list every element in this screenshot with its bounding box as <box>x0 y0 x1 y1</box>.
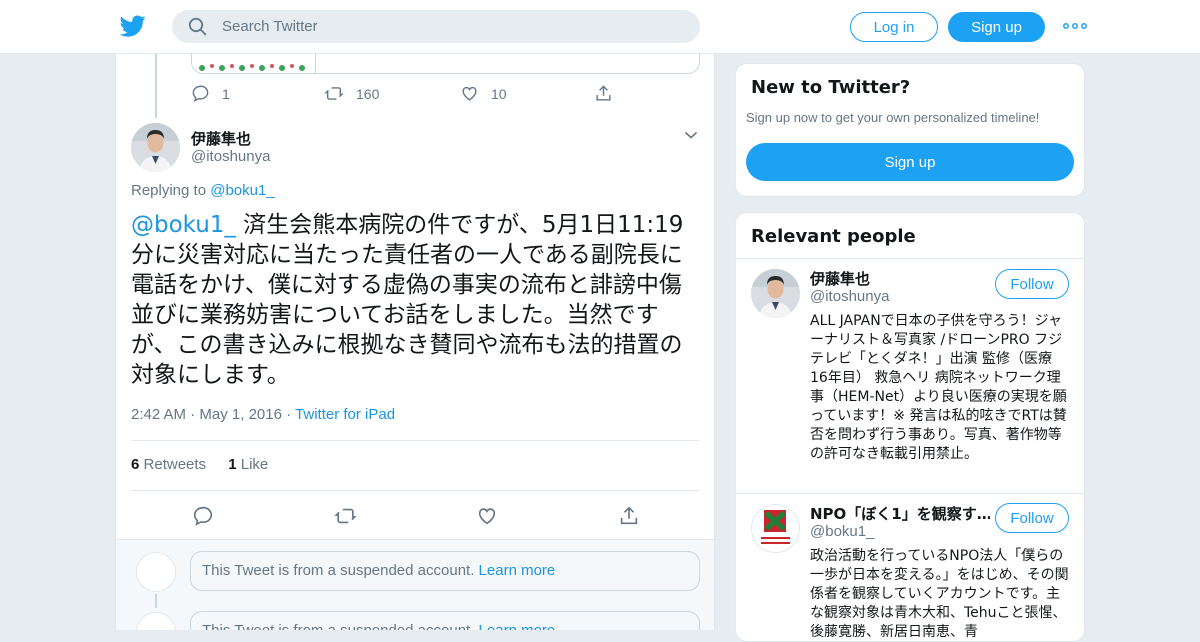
author-name[interactable]: 伊藤隼也 <box>191 128 251 149</box>
divider <box>131 440 699 441</box>
replies-section: This Tweet is from a suspended account. … <box>116 539 714 630</box>
tweet-actions <box>192 505 652 527</box>
tweet-stats: 6 Retweets 1 Like <box>131 456 268 473</box>
reply-action[interactable]: 1 <box>191 84 324 103</box>
share-action[interactable] <box>594 84 625 103</box>
learn-more-link[interactable]: Learn more <box>479 622 556 630</box>
replying-to: Replying to @boku1_ <box>131 182 275 199</box>
likes-count: 1 <box>228 456 237 473</box>
twitter-bird-icon[interactable] <box>120 13 146 39</box>
login-button[interactable]: Log in <box>850 12 938 42</box>
meta-separator: · <box>190 406 196 423</box>
like-action[interactable] <box>476 505 618 527</box>
retweet-icon <box>334 508 357 524</box>
person-bio: ALL JAPANで日本の子供を守ろう！ジャーナリスト＆写真家 /ドローンPRO… <box>810 313 1067 462</box>
reply-action[interactable] <box>192 505 334 527</box>
new-to-twitter-subtitle: Sign up now to get your own personalized… <box>746 110 1040 125</box>
divider <box>131 490 699 491</box>
more-options-icon[interactable] <box>1063 22 1087 30</box>
new-to-twitter-title: New to Twitter? <box>751 77 911 98</box>
search-bar[interactable] <box>172 10 700 43</box>
person-avatar[interactable] <box>751 269 800 318</box>
meta-separator: · <box>286 406 292 423</box>
tweet-time[interactable]: 2:42 AM <box>131 406 186 423</box>
suspended-avatar <box>136 552 176 592</box>
person-name[interactable]: 伊藤隼也 <box>810 268 870 289</box>
mention-link[interactable]: @boku1_ <box>131 212 236 238</box>
reply-count: 1 <box>222 85 230 102</box>
suspended-text: This Tweet is from a suspended account. <box>202 562 475 579</box>
like-action[interactable]: 10 <box>460 84 594 103</box>
person-bio: 政治活動を行っているNPO法人「僕らの一歩が日本を変える。」をはじめ、その関係者… <box>810 548 1069 640</box>
reply-icon <box>193 506 213 526</box>
share-icon <box>620 506 638 525</box>
like-count: 10 <box>491 85 507 102</box>
retweet-icon <box>324 87 344 100</box>
suspended-avatar <box>136 612 176 630</box>
retweet-action[interactable] <box>334 505 476 527</box>
sidebar-signup-button[interactable]: Sign up <box>746 143 1074 181</box>
retweets-stat[interactable]: 6 Retweets <box>131 456 206 473</box>
heart-icon <box>462 86 477 101</box>
suspended-tweet-notice: This Tweet is from a suspended account. … <box>190 611 700 630</box>
follow-button[interactable]: Follow <box>995 269 1069 299</box>
relevant-people-card: Relevant people 伊藤隼也 @itoshunya Follow A… <box>735 212 1085 642</box>
suspended-text: This Tweet is from a suspended account. <box>202 622 474 630</box>
divider <box>736 258 1084 259</box>
quoted-tweet-card[interactable] <box>191 54 700 74</box>
top-bar: Log in Sign up <box>0 0 1200 54</box>
heart-icon <box>478 508 496 525</box>
retweets-label: Retweets <box>143 456 207 473</box>
person-avatar[interactable] <box>751 504 800 553</box>
thread-line <box>155 594 157 608</box>
reply-icon <box>192 85 209 102</box>
person-handle[interactable]: @boku1_ <box>810 523 874 540</box>
retweets-count: 6 <box>131 456 140 473</box>
tweet-meta: 2:42 AM · May 1, 2016 · Twitter for iPad <box>131 406 395 423</box>
prev-tweet-actions: 1 160 10 <box>191 84 625 103</box>
signup-button[interactable]: Sign up <box>948 12 1045 42</box>
replying-to-handle-link[interactable]: @boku1_ <box>210 182 274 199</box>
chevron-down-icon[interactable] <box>684 130 698 140</box>
tweet-text: @boku1_ 済生会熊本病院の件ですが、5月1日11:19分に災害対応に当たっ… <box>131 210 701 390</box>
pattern-image <box>199 64 305 71</box>
replying-to-label: Replying to <box>131 182 207 199</box>
tweet-source[interactable]: Twitter for iPad <box>295 406 395 423</box>
divider <box>736 493 1084 494</box>
likes-label: Like <box>240 456 269 473</box>
author-handle[interactable]: @itoshunya <box>191 148 270 165</box>
search-icon <box>188 17 207 36</box>
share-action[interactable] <box>618 505 652 527</box>
search-input[interactable] <box>222 10 682 43</box>
relevant-people-title: Relevant people <box>751 226 916 247</box>
new-to-twitter-card: New to Twitter? Sign up now to get your … <box>735 63 1085 197</box>
npo-logo-image <box>752 505 799 552</box>
quoted-tweet-image <box>192 54 316 73</box>
tweet-body: 済生会熊本病院の件ですが、5月1日11:19分に災害対応に当たった責任者の一人で… <box>131 212 684 388</box>
likes-stat[interactable]: 1 Like <box>228 456 268 473</box>
main-timeline: 1 160 10 伊藤隼也 @itoshunya Replying to @bo <box>115 54 715 630</box>
learn-more-link[interactable]: Learn more <box>479 562 556 579</box>
author-avatar[interactable] <box>131 123 180 172</box>
person-name[interactable]: NPO「ぼく1」を観察す… <box>810 503 990 524</box>
suspended-tweet-notice: This Tweet is from a suspended account. … <box>190 551 700 591</box>
share-icon <box>596 85 611 101</box>
retweet-action[interactable]: 160 <box>324 84 460 103</box>
retweet-count: 160 <box>356 85 380 102</box>
person-handle[interactable]: @itoshunya <box>810 288 889 305</box>
thread-line <box>155 54 157 118</box>
tweet-date[interactable]: May 1, 2016 <box>199 406 282 423</box>
author-avatar-image <box>131 123 180 172</box>
person-avatar-image <box>751 269 800 318</box>
follow-button[interactable]: Follow <box>995 503 1069 533</box>
